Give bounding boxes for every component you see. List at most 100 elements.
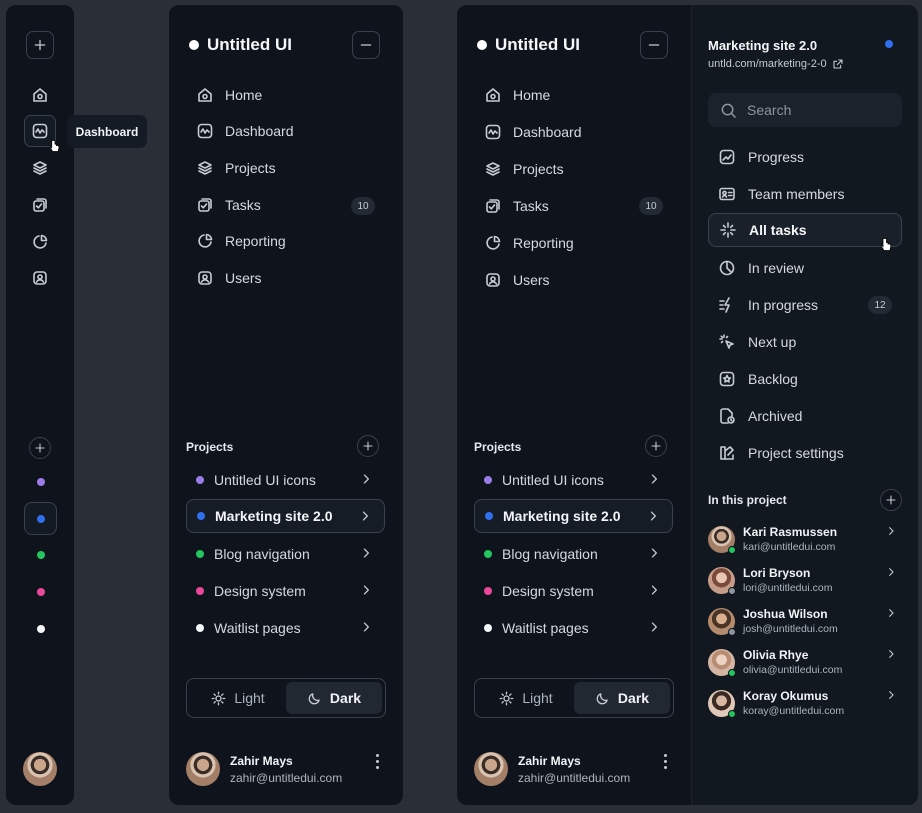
user-profile[interactable]: Zahir Mays zahir@untitledui.com <box>186 752 342 786</box>
member-row[interactable]: Lori Bryson lori@untitledui.com <box>708 566 832 595</box>
menu-item-in-review[interactable]: In review <box>708 251 804 285</box>
external-link-icon <box>833 59 843 69</box>
sidebar-item-home[interactable]: Home <box>484 77 550 113</box>
sidebar-item-tasks[interactable]: Tasks <box>196 187 261 223</box>
project-dot-untitled-ui-icons[interactable] <box>37 478 45 486</box>
sidebar-item-label: Home <box>513 87 551 103</box>
member-name: Joshua Wilson <box>743 607 828 621</box>
moon-icon <box>308 692 320 704</box>
menu-item-label: Team members <box>748 186 845 202</box>
chevron-right-icon[interactable] <box>885 607 897 619</box>
brand-logo[interactable]: Untitled UI <box>189 35 292 55</box>
menu-item-progress[interactable]: Progress <box>708 140 804 174</box>
menu-item-backlog[interactable]: Backlog <box>708 362 798 396</box>
dark-theme-button[interactable]: Dark <box>286 682 382 714</box>
sidebar-item-reporting[interactable]: Reporting <box>196 223 286 259</box>
home-icon <box>486 88 500 102</box>
layers-icon <box>33 161 47 175</box>
project-item[interactable]: Untitled UI icons <box>186 463 385 497</box>
chart-icon <box>719 149 735 165</box>
user-email: zahir@untitledui.com <box>230 770 343 785</box>
theme-toggle: Light Dark <box>474 678 674 718</box>
rail-reporting-button[interactable] <box>24 226 56 258</box>
sidebar-item-projects[interactable]: Projects <box>484 151 564 187</box>
project-url-link[interactable]: untld.com/marketing-2-0 <box>708 58 844 70</box>
brand-name: Untitled UI <box>495 35 580 54</box>
sidebar-item-label: Dashboard <box>225 123 294 139</box>
search-input[interactable]: Search <box>708 93 902 127</box>
rail-projects-button[interactable] <box>24 152 56 184</box>
collapse-button[interactable] <box>640 31 668 59</box>
project-dot-blog-navigation[interactable] <box>37 551 45 559</box>
project-color-dot <box>196 476 204 484</box>
member-row[interactable]: Joshua Wilson josh@untitledui.com <box>708 607 838 636</box>
user-profile[interactable]: Zahir Mays zahir@untitledui.com <box>474 752 630 786</box>
sidebar-item-dashboard[interactable]: Dashboard <box>196 113 294 149</box>
project-label: Untitled UI icons <box>214 472 316 488</box>
member-row[interactable]: Koray Okumus koray@untitledui.com <box>708 689 844 718</box>
collapsed-sidebar <box>6 5 74 805</box>
member-row[interactable]: Olivia Rhye olivia@untitledui.com <box>708 648 842 677</box>
project-item[interactable]: Blog navigation <box>474 537 673 571</box>
project-item[interactable]: Untitled UI icons <box>474 463 673 497</box>
chevron-right-icon[interactable] <box>885 525 897 537</box>
more-options-icon[interactable] <box>376 754 380 772</box>
project-label: Waitlist pages <box>214 620 301 636</box>
chevron-right-icon[interactable] <box>885 566 897 578</box>
collapse-button[interactable] <box>352 31 380 59</box>
sidebar-item-users[interactable]: Users <box>196 260 262 296</box>
member-name: Lori Bryson <box>743 566 811 580</box>
rail-users-button[interactable] <box>24 262 56 294</box>
more-options-icon[interactable] <box>664 754 668 772</box>
light-theme-button[interactable]: Light <box>478 682 574 714</box>
brand-dot <box>477 40 487 50</box>
add-project-button[interactable] <box>645 435 667 457</box>
user-square-icon <box>486 273 500 287</box>
project-dot-marketing-site-selected[interactable] <box>24 502 57 535</box>
tasks-count-badge: 10 <box>351 197 375 215</box>
sidebar-item-label: Projects <box>513 161 564 177</box>
sidebar-item-projects[interactable]: Projects <box>196 150 276 186</box>
project-item[interactable]: Blog navigation <box>186 537 385 571</box>
sidebar-item-tasks[interactable]: Tasks <box>484 188 549 224</box>
sidebar-item-home[interactable]: Home <box>196 77 262 113</box>
menu-item-all-tasks[interactable]: All tasks <box>708 213 902 247</box>
project-color-dot <box>197 512 205 520</box>
menu-item-team-members[interactable]: Team members <box>708 177 844 211</box>
add-project-button[interactable] <box>357 435 379 457</box>
rail-home-button[interactable] <box>24 79 56 111</box>
star-box-icon <box>719 371 735 387</box>
menu-item-archived[interactable]: Archived <box>708 399 802 433</box>
project-dot-design-system[interactable] <box>37 588 45 596</box>
menu-item-in-progress[interactable]: In progress <box>708 288 818 322</box>
project-item-selected[interactable]: Marketing site 2.0 <box>474 499 673 533</box>
member-row[interactable]: Kari Rasmussen kari@untitledui.com <box>708 525 837 554</box>
rail-tasks-button[interactable] <box>24 189 56 221</box>
project-item[interactable]: Design system <box>186 574 385 608</box>
sidebar-item-dashboard[interactable]: Dashboard <box>484 114 582 150</box>
sidebar-item-users[interactable]: Users <box>484 262 550 298</box>
add-member-button[interactable] <box>880 489 902 511</box>
menu-item-project-settings[interactable]: Project settings <box>708 436 844 470</box>
avatar <box>474 752 508 786</box>
sun-icon <box>211 691 226 705</box>
add-button[interactable] <box>26 31 54 59</box>
project-item[interactable]: Waitlist pages <box>186 611 385 645</box>
menu-item-next-up[interactable]: Next up <box>708 325 796 359</box>
chevron-right-icon[interactable] <box>885 648 897 660</box>
project-item-selected[interactable]: Marketing site 2.0 <box>186 499 385 533</box>
avatar[interactable] <box>23 752 57 786</box>
light-theme-button[interactable]: Light <box>190 682 286 714</box>
sparkles-icon <box>720 222 736 238</box>
project-dot-waitlist-pages[interactable] <box>37 625 45 633</box>
user-email: zahir@untitledui.com <box>518 770 631 785</box>
search-placeholder: Search <box>747 102 792 118</box>
project-item[interactable]: Design system <box>474 574 673 608</box>
chevron-right-icon[interactable] <box>885 689 897 701</box>
sidebar-item-reporting[interactable]: Reporting <box>484 225 574 261</box>
add-project-button[interactable] <box>29 437 51 459</box>
brand-logo[interactable]: Untitled UI <box>477 35 580 55</box>
tasks-count-badge: 10 <box>639 197 663 215</box>
dark-theme-button[interactable]: Dark <box>574 682 670 714</box>
project-item[interactable]: Waitlist pages <box>474 611 673 645</box>
